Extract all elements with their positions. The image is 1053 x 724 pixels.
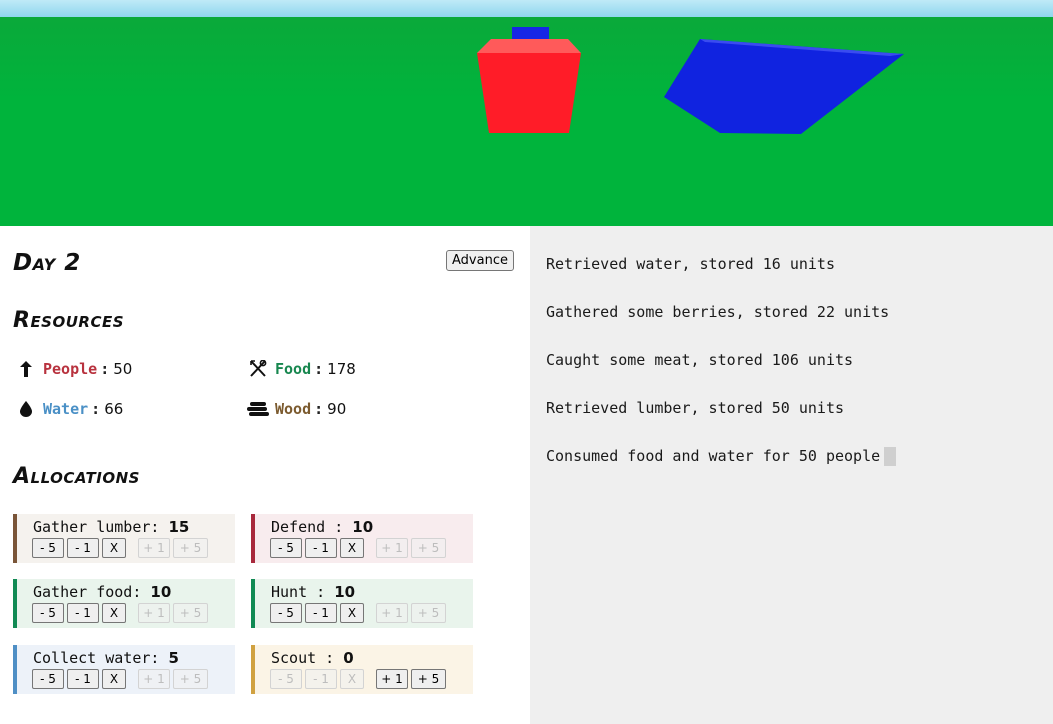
clear-button[interactable]: X (340, 669, 364, 689)
advance-button[interactable]: Advance (446, 250, 514, 271)
resource-water: Water : 66 (15, 400, 123, 418)
game-viewport[interactable] (0, 0, 1053, 226)
clear-button[interactable]: X (340, 538, 364, 558)
log-cursor (884, 447, 897, 466)
minus-5-button[interactable]: - 5 (270, 603, 302, 623)
minus-5-button[interactable]: - 5 (32, 538, 64, 558)
allocation-value: 10 (334, 583, 356, 601)
log-entry: Gathered some berries, stored 22 units (546, 303, 890, 321)
resource-people: People : 50 (15, 360, 132, 378)
minus-1-button[interactable]: - 1 (305, 669, 337, 689)
food-value: 178 (327, 360, 356, 378)
allocation-value: 15 (168, 518, 190, 536)
minus-5-button[interactable]: - 5 (270, 538, 302, 558)
log-entry: Caught some meat, stored 106 units (546, 351, 854, 369)
minus-5-button[interactable]: - 5 (32, 603, 64, 623)
allocation-scout: Scout : 0 - 5 - 1 X + 1 + 5 (251, 645, 473, 694)
allocation-gather-food: Gather food: 10 - 5 - 1 X + 1 + 5 (13, 579, 235, 628)
red-building[interactable] (477, 27, 581, 133)
wood-logs-icon (247, 402, 269, 416)
allocation-label: Defend (271, 518, 326, 536)
minus-5-button[interactable]: - 5 (32, 669, 64, 689)
allocation-label: Scout (271, 649, 317, 667)
control-panel: Day 2 Advance Resources People : 50 Food… (0, 226, 530, 724)
log-entry: Retrieved water, stored 16 units (546, 255, 835, 273)
people-value: 50 (113, 360, 133, 378)
food-separator: : (314, 360, 324, 378)
minus-1-button[interactable]: - 1 (305, 603, 337, 623)
plus-5-button[interactable]: + 5 (411, 669, 446, 689)
plus-1-button[interactable]: + 1 (138, 538, 170, 558)
allocation-collect-water: Collect water: 5 - 5 - 1 X + 1 + 5 (13, 645, 235, 694)
plus-1-button[interactable]: + 1 (138, 669, 170, 689)
log-entry: Retrieved lumber, stored 50 units (546, 399, 845, 417)
plus-5-button[interactable]: + 5 (173, 538, 208, 558)
allocations-title: Allocations (13, 464, 140, 489)
minus-1-button[interactable]: - 1 (67, 669, 99, 689)
wood-separator: : (314, 400, 324, 418)
blue-building[interactable] (664, 39, 904, 134)
wood-label: Wood (275, 400, 312, 418)
people-label: People (43, 360, 98, 378)
allocation-label: Gather food (33, 583, 133, 601)
scene-objects (477, 27, 904, 134)
allocation-value: 10 (352, 518, 374, 536)
minus-5-button[interactable]: - 5 (270, 669, 302, 689)
clear-button[interactable]: X (102, 669, 126, 689)
allocation-value: 5 (168, 649, 179, 667)
allocation-label: Hunt (271, 583, 308, 601)
allocation-defend: Defend : 10 - 5 - 1 X + 1 + 5 (251, 514, 473, 563)
water-value: 66 (104, 400, 124, 418)
food-label: Food (275, 360, 312, 378)
log-entry: Consumed food and water for 50 people (546, 447, 881, 465)
plus-5-button[interactable]: + 5 (173, 603, 208, 623)
person-arrow-icon (15, 361, 37, 377)
plus-1-button[interactable]: + 1 (376, 538, 408, 558)
plus-1-button[interactable]: + 1 (376, 669, 408, 689)
plus-5-button[interactable]: + 5 (411, 603, 446, 623)
resource-food: Food : 178 (247, 360, 356, 378)
plus-5-button[interactable]: + 5 (173, 669, 208, 689)
resource-wood: Wood : 90 (247, 400, 346, 418)
event-log: Retrieved water, stored 16 units Gathere… (530, 226, 1053, 724)
clear-button[interactable]: X (102, 603, 126, 623)
allocation-value: 10 (150, 583, 172, 601)
resources-title: Resources (13, 308, 125, 333)
allocation-gather-lumber: Gather lumber: 15 - 5 - 1 X + 1 + 5 (13, 514, 235, 563)
allocation-label: Collect water (33, 649, 151, 667)
plus-5-button[interactable]: + 5 (411, 538, 446, 558)
wood-value: 90 (327, 400, 347, 418)
minus-1-button[interactable]: - 1 (67, 538, 99, 558)
water-label: Water (43, 400, 89, 418)
allocation-label: Gather lumber (33, 518, 151, 536)
minus-1-button[interactable]: - 1 (305, 538, 337, 558)
water-separator: : (91, 400, 101, 418)
minus-1-button[interactable]: - 1 (67, 603, 99, 623)
fork-knife-icon (247, 360, 269, 378)
day-title: Day 2 (13, 250, 81, 276)
plus-1-button[interactable]: + 1 (376, 603, 408, 623)
clear-button[interactable]: X (340, 603, 364, 623)
clear-button[interactable]: X (102, 538, 126, 558)
allocation-value: 0 (343, 649, 354, 667)
plus-1-button[interactable]: + 1 (138, 603, 170, 623)
water-drop-icon (15, 401, 37, 417)
people-separator: : (100, 360, 110, 378)
allocation-hunt: Hunt : 10 - 5 - 1 X + 1 + 5 (251, 579, 473, 628)
